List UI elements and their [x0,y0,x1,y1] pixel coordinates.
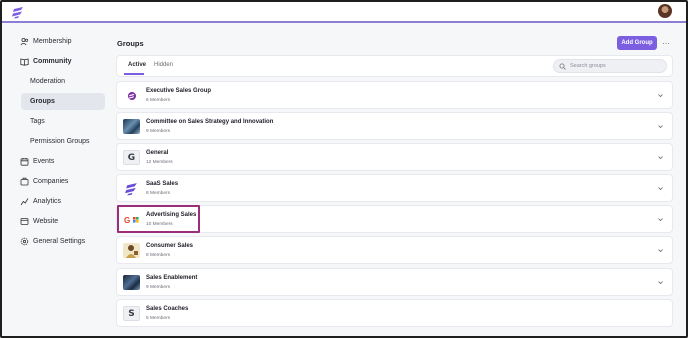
group-name: Consumer Sales [146,243,194,249]
book-open-icon [20,57,29,66]
more-options-button[interactable]: ··· [660,36,672,50]
globe-icon [20,217,29,226]
group-name: Sales Coaches [146,306,189,312]
group-member-count: 12 Members [146,160,173,165]
sidebar-item-label: Companies [33,177,69,185]
sidebar-item-moderation[interactable]: Moderation [21,73,105,90]
chevron-down-icon[interactable] [657,279,664,286]
group-thumbnail [123,88,140,103]
sidebar-item-permission-groups[interactable]: Permission Groups [21,133,105,150]
page-title: Groups [117,39,144,48]
group-member-count: 9 Members [146,129,170,134]
group-row-consumer-sales[interactable]: Consumer Sales 8 Members [116,236,673,264]
group-name: General [146,150,169,156]
sidebar: Membership Community Moderation Groups T… [2,25,112,336]
building-icon [20,177,29,186]
sidebar-item-events[interactable]: Events [20,153,54,169]
sidebar-item-label: Groups [30,98,55,105]
sidebar-item-analytics[interactable]: Analytics [20,193,61,209]
calendar-icon [20,157,29,166]
group-name: Executive Sales Group [146,88,212,94]
chevron-down-icon[interactable] [657,92,664,99]
sidebar-item-label: Website [33,217,59,225]
group-member-count: 6 Members [146,98,170,103]
sidebar-item-website[interactable]: Website [20,213,58,229]
active-tab-indicator [124,73,144,75]
group-thumbnail-letter: S [123,306,140,321]
sidebar-item-label: Moderation [30,78,66,85]
chevron-down-icon[interactable] [657,123,664,130]
gear-icon [20,237,29,246]
search-placeholder: Search groups [570,63,606,69]
sidebar-item-label: Permission Groups [30,138,90,145]
group-row-saas-sales[interactable]: SaaS Sales 8 Members [116,174,673,202]
group-thumbnail [123,275,140,290]
highlight-box [117,205,200,233]
sidebar-item-tags[interactable]: Tags [21,113,105,130]
group-name: Committee on Sales Strategy and Innovati… [146,119,274,125]
sidebar-item-label: Membership [33,37,72,45]
user-avatar[interactable] [658,4,672,18]
sidebar-item-membership[interactable]: Membership [20,33,72,49]
group-thumbnail [123,181,140,196]
add-group-button[interactable]: Add Group [617,36,657,50]
group-member-count: 5 Members [146,316,170,321]
sidebar-item-label: Community [33,57,72,65]
group-thumbnail-letter: G [123,150,140,165]
chevron-down-icon[interactable] [657,216,664,223]
group-member-count: 8 Members [146,191,170,196]
top-bar [2,2,686,23]
group-row-committee[interactable]: Committee on Sales Strategy and Innovati… [116,112,673,140]
sidebar-item-companies[interactable]: Companies [20,173,68,189]
sidebar-item-label: Tags [30,118,45,125]
group-thumbnail [123,119,140,134]
group-member-count: 8 Members [146,253,170,258]
app-window: Membership Community Moderation Groups T… [0,0,688,338]
chevron-down-icon[interactable] [657,154,664,161]
group-member-count: 9 Members [146,285,170,290]
brand-logo-icon[interactable] [11,6,25,19]
sidebar-item-community[interactable]: Community [20,53,72,69]
tab-active[interactable]: Active [128,62,146,68]
sidebar-item-general-settings[interactable]: General Settings [20,233,85,249]
group-name: Sales Enablement [146,275,198,281]
sidebar-item-label: Events [33,157,55,165]
group-row-general[interactable]: G General 12 Members [116,143,673,171]
chevron-down-icon[interactable] [657,247,664,254]
search-input[interactable]: Search groups [553,59,667,73]
chevron-down-icon[interactable] [657,185,664,192]
sidebar-item-label: General Settings [33,237,86,245]
group-row-executive-sales-group[interactable]: Executive Sales Group 6 Members [116,81,673,109]
group-thumbnail [123,243,140,258]
chart-line-icon [20,197,29,206]
group-row-sales-coaches[interactable]: S Sales Coaches 5 Members [116,299,673,327]
group-row-sales-enablement[interactable]: Sales Enablement 9 Members [116,268,673,296]
sidebar-item-groups[interactable]: Groups [21,93,105,110]
tab-hidden[interactable]: Hidden [154,62,173,68]
group-name: SaaS Sales [146,181,179,187]
sidebar-item-label: Analytics [33,197,62,205]
users-icon [20,37,29,46]
search-icon [559,63,566,70]
